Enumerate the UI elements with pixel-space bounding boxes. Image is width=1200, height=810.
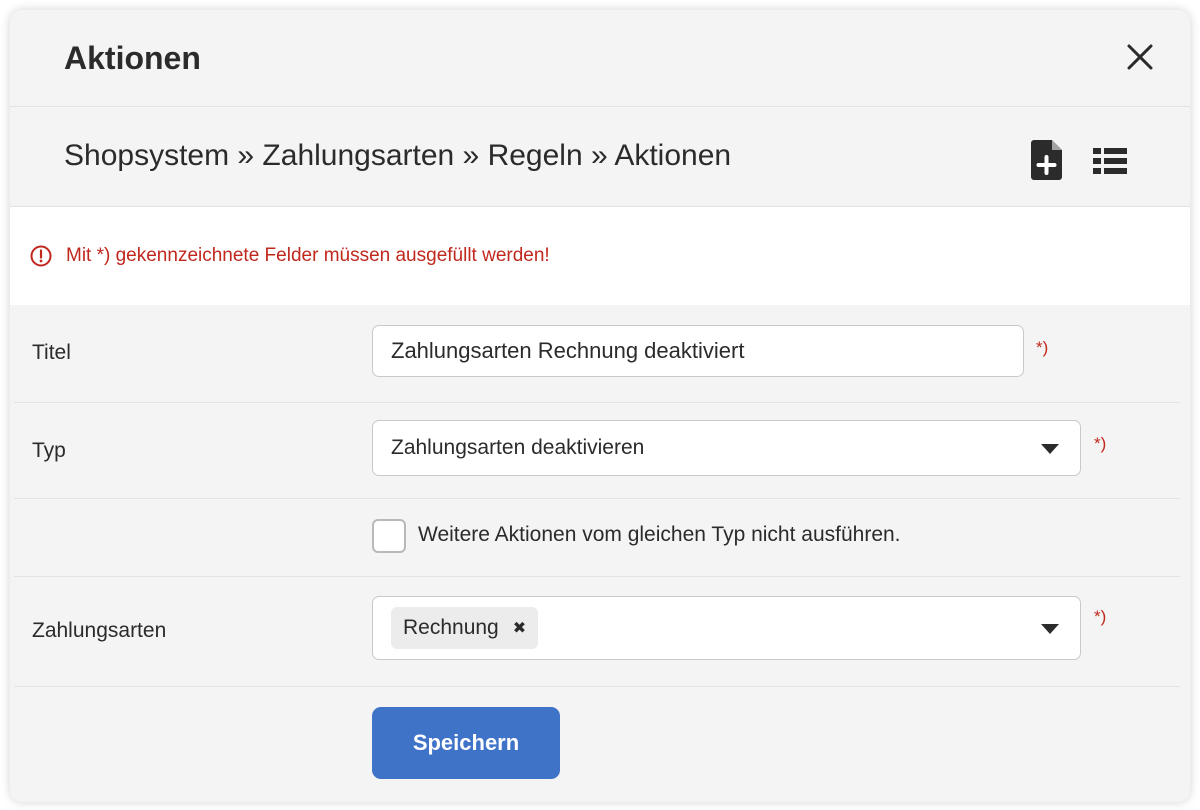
notice-text: Mit *) gekennzeichnete Felder müssen aus… [66, 245, 550, 266]
title-input[interactable] [372, 325, 1024, 377]
caret-down-icon [1041, 444, 1059, 454]
alert-circle-icon [30, 245, 52, 267]
breadcrumb: Shopsystem » Zahlungsarten » Regeln » Ak… [64, 139, 732, 172]
dialog-title: Aktionen [64, 40, 201, 76]
type-select[interactable]: Zahlungsarten deaktivieren [372, 420, 1081, 476]
caret-down-icon [1041, 624, 1059, 634]
required-marker: *) [1094, 434, 1107, 453]
dialog-header: Aktionen [10, 10, 1190, 107]
type-label: Typ [32, 439, 66, 462]
payment-methods-select[interactable]: Rechnung ✖ [372, 596, 1081, 660]
required-fields-notice: Mit *) gekennzeichnete Felder müssen aus… [10, 207, 1190, 305]
checkbox-row: Weitere Aktionen vom gleichen Typ nicht … [14, 499, 1180, 577]
required-marker: *) [1036, 338, 1049, 357]
type-row: Typ Zahlungsarten deaktivieren *) [14, 403, 1180, 499]
type-select-value: Zahlungsarten deaktivieren [391, 436, 645, 459]
payment-method-tag: Rechnung ✖ [391, 607, 539, 649]
list-icon [1093, 148, 1127, 174]
skip-same-type-checkbox[interactable] [372, 519, 406, 553]
skip-same-type-label[interactable]: Weitere Aktionen vom gleichen Typ nicht … [418, 523, 901, 547]
close-button[interactable] [1124, 41, 1156, 73]
actions-dialog: Aktionen Shopsystem » Zahlungsarten » Re… [10, 10, 1190, 802]
payment-methods-row: Zahlungsarten Rechnung ✖ *) [14, 577, 1180, 687]
payment-methods-label: Zahlungsarten [32, 619, 167, 642]
new-document-button[interactable] [1030, 140, 1066, 180]
close-icon [1127, 44, 1153, 70]
save-button[interactable]: Speichern [372, 707, 560, 779]
required-marker: *) [1094, 607, 1107, 626]
tag-label: Rechnung [403, 616, 499, 639]
title-row: Titel *) [14, 305, 1180, 403]
title-label: Titel [32, 341, 71, 364]
breadcrumb-bar: Shopsystem » Zahlungsarten » Regeln » Ak… [10, 107, 1190, 207]
tag-remove-icon[interactable]: ✖ [513, 618, 526, 638]
list-button[interactable] [1090, 144, 1130, 178]
file-plus-icon [1031, 140, 1062, 180]
